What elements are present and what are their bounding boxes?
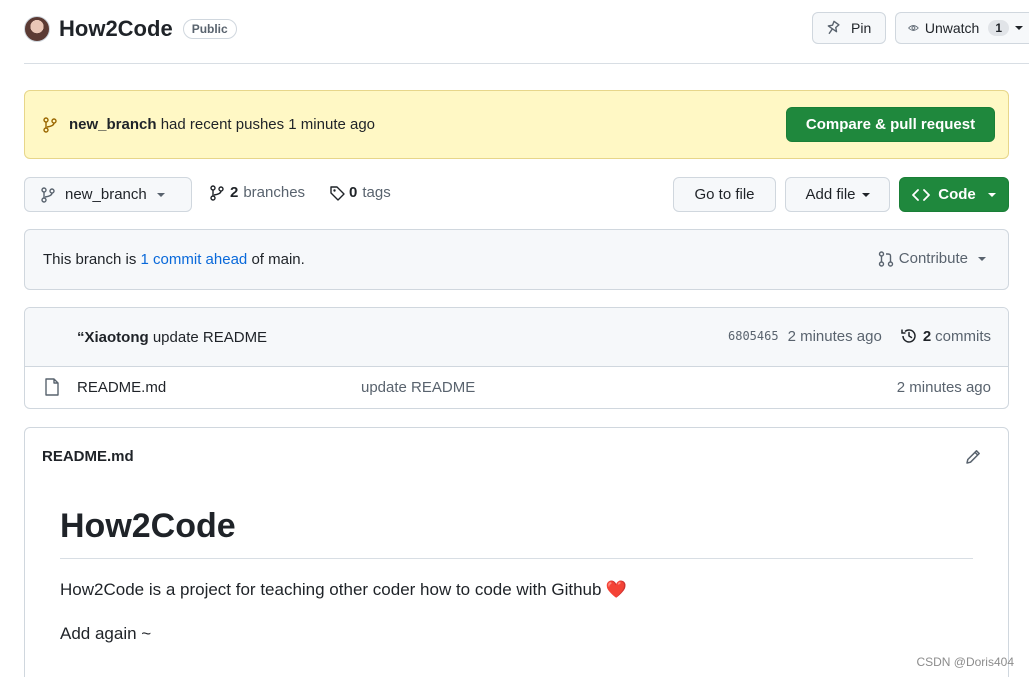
recent-push-banner: new_branch had recent pushes 1 minute ag… [24, 90, 1009, 159]
go-to-file-button[interactable]: Go to file [673, 177, 776, 212]
branch-icon [210, 184, 224, 201]
tags-count: 0 [349, 184, 358, 201]
eye-icon [908, 25, 919, 31]
chevron-down-icon [987, 192, 996, 197]
readme-heading: How2Code [60, 507, 236, 545]
avatar[interactable] [24, 16, 50, 42]
file-time: 2 minutes ago [896, 379, 991, 396]
code-label: Code [938, 186, 976, 203]
branch-status-box: This branch is 1 commit ahead of main. C… [24, 229, 1009, 290]
tag-icon [330, 185, 345, 201]
watch-count: 1 [988, 20, 1009, 36]
file-name[interactable]: README.md [77, 379, 166, 396]
file-commit-message[interactable]: update README [361, 379, 475, 396]
branch-icon [41, 186, 55, 203]
file-icon [45, 378, 59, 396]
contribute-label: Contribute [898, 250, 968, 267]
readme-paragraph: Add again ~ [60, 624, 152, 643]
header-divider [24, 63, 1029, 64]
commits-count: 2 [922, 327, 932, 345]
visibility-badge: Public [182, 19, 237, 39]
banner-branch[interactable]: new_branch [69, 116, 157, 133]
chevron-down-icon [978, 256, 986, 261]
pencil-icon[interactable] [964, 448, 982, 466]
commits-history-link[interactable]: 2 commits [900, 327, 991, 345]
readme-title[interactable]: README.md [42, 448, 134, 465]
readme-paragraph: How2Code is a project for teaching other… [60, 580, 627, 600]
unwatch-label: Unwatch [924, 20, 980, 36]
ahead-prefix: This branch is [43, 251, 137, 268]
history-icon [901, 329, 916, 343]
latest-commit-row: “Xiaotong update README 6805465 2 minute… [25, 308, 1008, 367]
watermark: CSDN @Doris404 [916, 655, 1014, 669]
commit-message[interactable]: update README [153, 329, 267, 346]
repo-name[interactable]: How2Code [59, 16, 173, 42]
readme-panel: README.md How2Code How2Code is a project… [24, 427, 1009, 677]
code-icon [912, 188, 931, 201]
pin-button[interactable]: Pin [812, 12, 886, 44]
repo-header: How2Code Public Pin Unwatch 1 [24, 12, 1029, 46]
tags-link[interactable]: 0 tags [329, 184, 391, 201]
branches-count: 2 [230, 184, 239, 201]
commit-sha[interactable]: 6805465 [728, 329, 779, 343]
branch-selector-label: new_branch [65, 186, 147, 203]
branch-selector[interactable]: new_branch [24, 177, 192, 212]
unwatch-button[interactable]: Unwatch 1 [895, 12, 1029, 44]
commit-time: 2 minutes ago [787, 327, 882, 345]
tags-label: tags [362, 184, 391, 201]
chevron-down-icon [1015, 26, 1023, 30]
add-file-button[interactable]: Add file [785, 177, 890, 212]
chevron-down-icon [861, 192, 870, 197]
ahead-suffix: of main. [251, 251, 305, 268]
branches-link[interactable]: 2 branches [210, 184, 305, 201]
heart-icon: ❤️ [605, 580, 627, 599]
commits-label: commits [935, 327, 991, 345]
pin-label: Pin [851, 20, 872, 36]
banner-message: new_branch had recent pushes 1 minute ag… [69, 116, 375, 133]
commit-ahead-link[interactable]: 1 commit ahead [141, 251, 248, 268]
add-file-label: Add file [805, 186, 856, 203]
file-list: “Xiaotong update README 6805465 2 minute… [24, 307, 1009, 409]
compare-pull-request-button[interactable]: Compare & pull request [786, 107, 995, 142]
pull-request-icon [878, 250, 893, 267]
code-button[interactable]: Code [899, 177, 1009, 212]
branches-label: branches [243, 184, 306, 201]
commit-author[interactable]: “Xiaotong [77, 329, 149, 346]
pin-icon [827, 20, 840, 35]
readme-paragraph-text: How2Code is a project for teaching other… [60, 580, 602, 599]
contribute-button[interactable]: Contribute [878, 250, 986, 267]
banner-text: had recent pushes 1 minute ago [160, 116, 376, 133]
commit-meta: 6805465 2 minutes ago 2 commits [728, 327, 991, 345]
file-row[interactable]: README.md update README 2 minutes ago [25, 367, 1008, 408]
readme-heading-rule [60, 558, 973, 559]
chevron-down-icon [156, 192, 165, 197]
branch-icon [43, 116, 57, 133]
